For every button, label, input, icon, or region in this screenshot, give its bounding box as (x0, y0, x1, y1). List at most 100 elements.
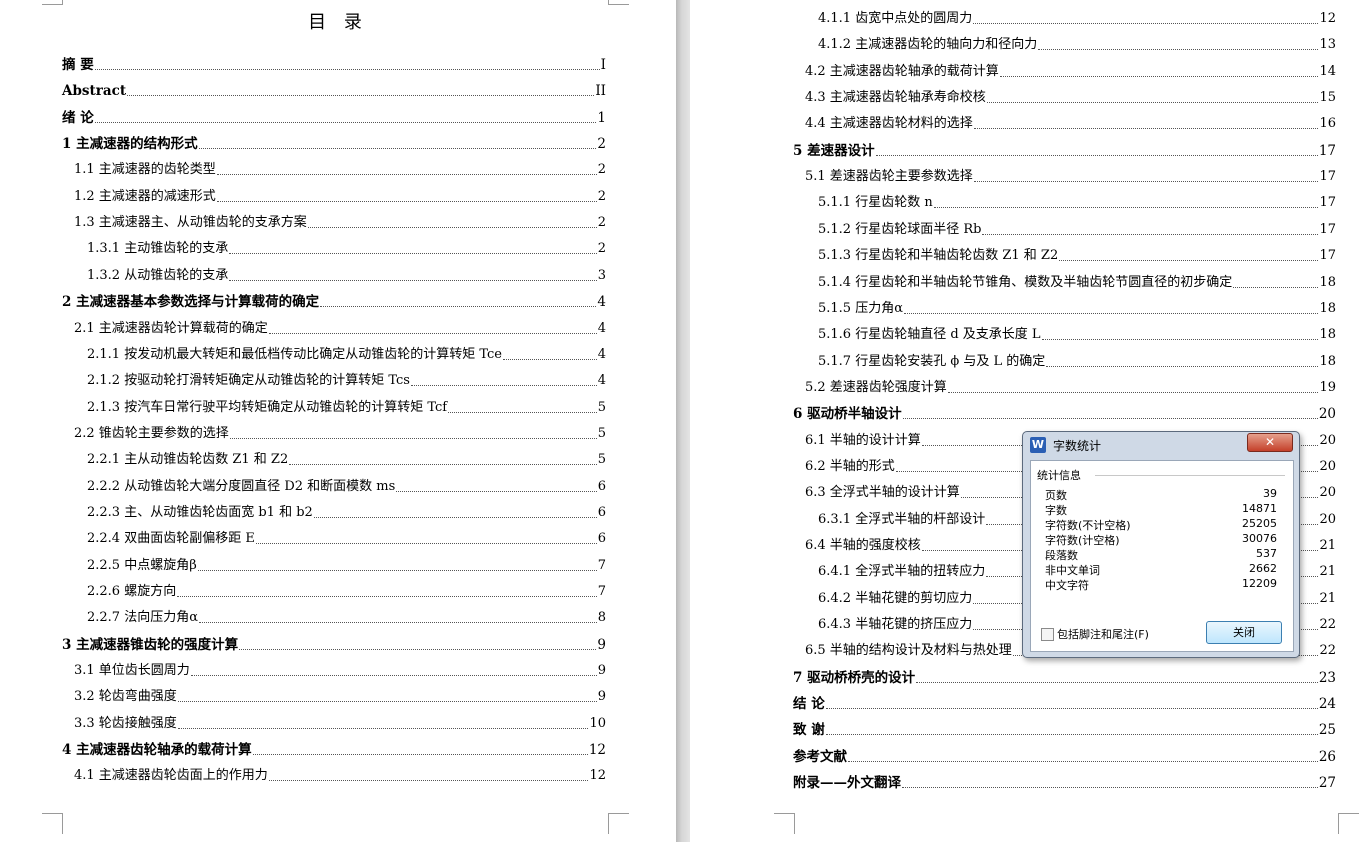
toc-entry-text: 4.3 主减速器齿轮轴承寿命校核 (805, 90, 986, 106)
toc-entry[interactable]: 2.1 主减速器齿轮计算载荷的确定 4 (74, 320, 606, 338)
include-footnotes-label[interactable]: 包括脚注和尾注(F) (1057, 626, 1149, 642)
toc-entry[interactable]: 4.3 主减速器齿轮轴承寿命校核 15 (805, 89, 1336, 107)
toc-entry[interactable]: 绪 论 1 (62, 109, 606, 127)
toc-entry-page: 20 (1319, 458, 1336, 474)
toc-entry[interactable]: 4.4 主减速器齿轮材料的选择 16 (805, 115, 1336, 133)
toc-entry[interactable]: 2.2.5 中点螺旋角β 7 (87, 557, 606, 575)
toc-entry[interactable]: 2.2.7 法向压力角α 8 (87, 609, 606, 627)
toc-entry[interactable]: 2.1.3 按汽车日常行驶平均转矩确定从动锥齿轮的计算转矩 Tcf 5 (87, 399, 606, 417)
toc-entry[interactable]: 2.1.2 按驱动轮打滑转矩确定从动锥齿轮的计算转矩 Tcs 4 (87, 372, 606, 390)
toc-entry[interactable]: 参考文献 26 (793, 748, 1336, 766)
toc-leader-dots (268, 780, 589, 782)
toc-entry[interactable]: 2.2.3 主、从动锥齿轮齿面宽 b1 和 b2 6 (87, 504, 606, 522)
toc-entry[interactable]: 2.2.4 双曲面齿轮副偏移距 E 6 (87, 530, 606, 548)
toc-entry[interactable]: 2.2.1 主从动锥齿轮齿数 Z1 和 Z2 5 (87, 451, 606, 469)
toc-entry[interactable]: 5.1.3 行星齿轮和半轴齿轮齿数 Z1 和 Z2 17 (818, 247, 1336, 265)
toc-entry[interactable]: 1.3.2 从动锥齿轮的支承 3 (87, 267, 606, 285)
toc-entry[interactable]: 5 差速器设计 17 (793, 142, 1336, 160)
toc-entry-page: 16 (1319, 116, 1336, 132)
include-footnotes-checkbox[interactable] (1041, 628, 1054, 641)
toc-leader-dots (239, 648, 597, 650)
toc-entry-page: 5 (597, 425, 606, 441)
toc-leader-dots (1041, 339, 1319, 341)
toc-entry-text: 2.2.1 主从动锥齿轮齿数 Z1 和 Z2 (87, 452, 289, 468)
group-divider (1095, 475, 1285, 476)
toc-entry[interactable]: 2 主减速器基本参数选择与计算载荷的确定 4 (62, 293, 606, 311)
toc-entry[interactable]: 2.2 锥齿轮主要参数的选择 5 (74, 425, 606, 443)
toc-entry[interactable]: 3.2 轮齿弯曲强度 9 (74, 688, 606, 706)
toc-leader-dots (973, 23, 1319, 24)
toc-entry-page: 22 (1319, 643, 1336, 659)
toc-entry[interactable]: 5.1 差速器齿轮主要参数选择 17 (805, 168, 1336, 186)
stat-label: 字符数(计空格) (1045, 534, 1120, 547)
stat-row: 字符数(计空格) 30076 (1045, 532, 1277, 547)
toc-entry[interactable]: 7 驱动桥桥壳的设计 23 (793, 669, 1336, 687)
toc-entry-page: 15 (1319, 90, 1336, 106)
toc-entry[interactable]: 致 谢 25 (793, 721, 1336, 739)
toc-entry-text: 2.2.5 中点螺旋角β (87, 557, 197, 573)
toc-entry-text: 2.2 锥齿轮主要参数的选择 (74, 425, 229, 441)
toc-leader-dots (933, 207, 1319, 209)
toc-entry[interactable]: 5.1.1 行星齿轮数 n 17 (818, 194, 1336, 212)
toc-entry[interactable]: 3.3 轮齿接触强度 10 (74, 715, 606, 733)
toc-entry-page: 19 (1319, 379, 1336, 395)
toc-entry[interactable]: 3 主减速器锥齿轮的强度计算 9 (62, 636, 606, 654)
dialog-titlebar[interactable]: W 字数统计 ✕ (1023, 432, 1299, 458)
toc-entry-page: 17 (1318, 142, 1336, 159)
toc-entry-page: 4 (597, 320, 606, 336)
word-app-icon: W (1030, 437, 1046, 453)
toc-leader-dots (313, 516, 597, 518)
toc-entry-page: 12 (1319, 11, 1336, 26)
toc-leader-dots (448, 411, 597, 413)
toc-entry-page: 6 (597, 504, 606, 520)
toc-entry[interactable]: 4.2 主减速器齿轮轴承的载荷计算 14 (805, 63, 1336, 81)
toc-entry-page: 10 (589, 715, 606, 731)
toc-entry[interactable]: 5.1.4 行星齿轮和半轴齿轮节锥角、模数及半轴齿轮节圆直径的初步确定 18 (818, 274, 1336, 292)
toc-leader-dots (94, 121, 597, 123)
toc-entry[interactable]: 6 驱动桥半轴设计 20 (793, 405, 1336, 423)
toc-entry[interactable]: 结 论 24 (793, 695, 1336, 713)
crop-mark (42, 0, 63, 5)
close-icon[interactable]: ✕ (1247, 433, 1293, 452)
toc-entry[interactable]: 5.2 差速器齿轮强度计算 19 (805, 379, 1336, 397)
toc-leader-dots (999, 75, 1319, 77)
toc-entry[interactable]: 4 主减速器齿轮轴承的载荷计算 12 (62, 741, 606, 759)
toc-entry[interactable]: 4.1.1 齿宽中点处的圆周力 12 (818, 10, 1336, 28)
toc-entry[interactable]: 1.2 主减速器的减速形式 2 (74, 188, 606, 206)
toc-entry-text: 2.1 主减速器齿轮计算载荷的确定 (74, 320, 268, 336)
toc-entry-page: 27 (1318, 775, 1336, 792)
close-button[interactable]: 关闭 (1206, 621, 1282, 644)
toc-entry[interactable]: 5.1.7 行星齿轮安装孔 ϕ 与及 L 的确定 18 (818, 353, 1336, 371)
toc-entry-page: 25 (1318, 722, 1336, 739)
toc-entry[interactable]: 5.1.6 行星齿轮轴直径 d 及支承长度 L 18 (818, 326, 1336, 344)
toc-leader-dots (825, 708, 1318, 710)
toc-entry-text: 5.2 差速器齿轮强度计算 (805, 379, 947, 395)
toc-entry[interactable]: 4.1.2 主减速器齿轮的轴向力和径向力 13 (818, 36, 1336, 54)
stats-group-label: 统计信息 (1037, 469, 1081, 482)
toc-entry-page: 20 (1318, 406, 1336, 423)
toc-entry[interactable]: 1.1 主减速器的齿轮类型 2 (74, 161, 606, 179)
toc-entry[interactable]: 5.1.2 行星齿轮球面半径 Rb 17 (818, 221, 1336, 239)
toc-entry-text: 5.1.2 行星齿轮球面半径 Rb (818, 221, 982, 237)
toc-entry[interactable]: 4.1 主减速器齿轮齿面上的作用力 12 (74, 767, 606, 785)
toc-entry[interactable]: 5.1.5 压力角α 18 (818, 300, 1336, 318)
toc-entry[interactable]: Abstract II (62, 82, 606, 100)
toc-entry-page: 2 (597, 162, 606, 178)
toc-leader-dots (1233, 286, 1319, 288)
toc-entry[interactable]: 1 主减速器的结构形式 2 (62, 135, 606, 153)
toc-entry[interactable]: 2.2.6 螺旋方向 7 (87, 583, 606, 601)
toc-entry-page: 4 (597, 346, 606, 362)
toc-entry-page: 18 (1319, 300, 1336, 316)
toc-leader-dots (916, 681, 1318, 683)
toc-entry[interactable]: 2.2.2 从动锥齿轮大端分度圆直径 D2 和断面模数 ms 6 (87, 478, 606, 496)
toc-entry-text: 附录——外文翻译 (793, 775, 901, 792)
toc-entry[interactable]: 1.3.1 主动锥齿轮的支承 2 (87, 240, 606, 258)
toc-entry-text: 4.1 主减速器齿轮齿面上的作用力 (74, 768, 268, 784)
toc-leader-dots (982, 233, 1319, 235)
toc-entry[interactable]: 附录——外文翻译 27 (793, 774, 1336, 792)
toc-entry[interactable]: 3.1 单位齿长圆周力 9 (74, 662, 606, 680)
toc-entry-page: 22 (1319, 617, 1336, 633)
toc-entry[interactable]: 2.1.1 按发动机最大转矩和最低档传动比确定从动锥齿轮的计算转矩 Tce 4 (87, 346, 606, 364)
toc-entry[interactable]: 1.3 主减速器主、从动锥齿轮的支承方案 2 (74, 214, 606, 232)
toc-entry[interactable]: 摘 要I (62, 56, 606, 74)
